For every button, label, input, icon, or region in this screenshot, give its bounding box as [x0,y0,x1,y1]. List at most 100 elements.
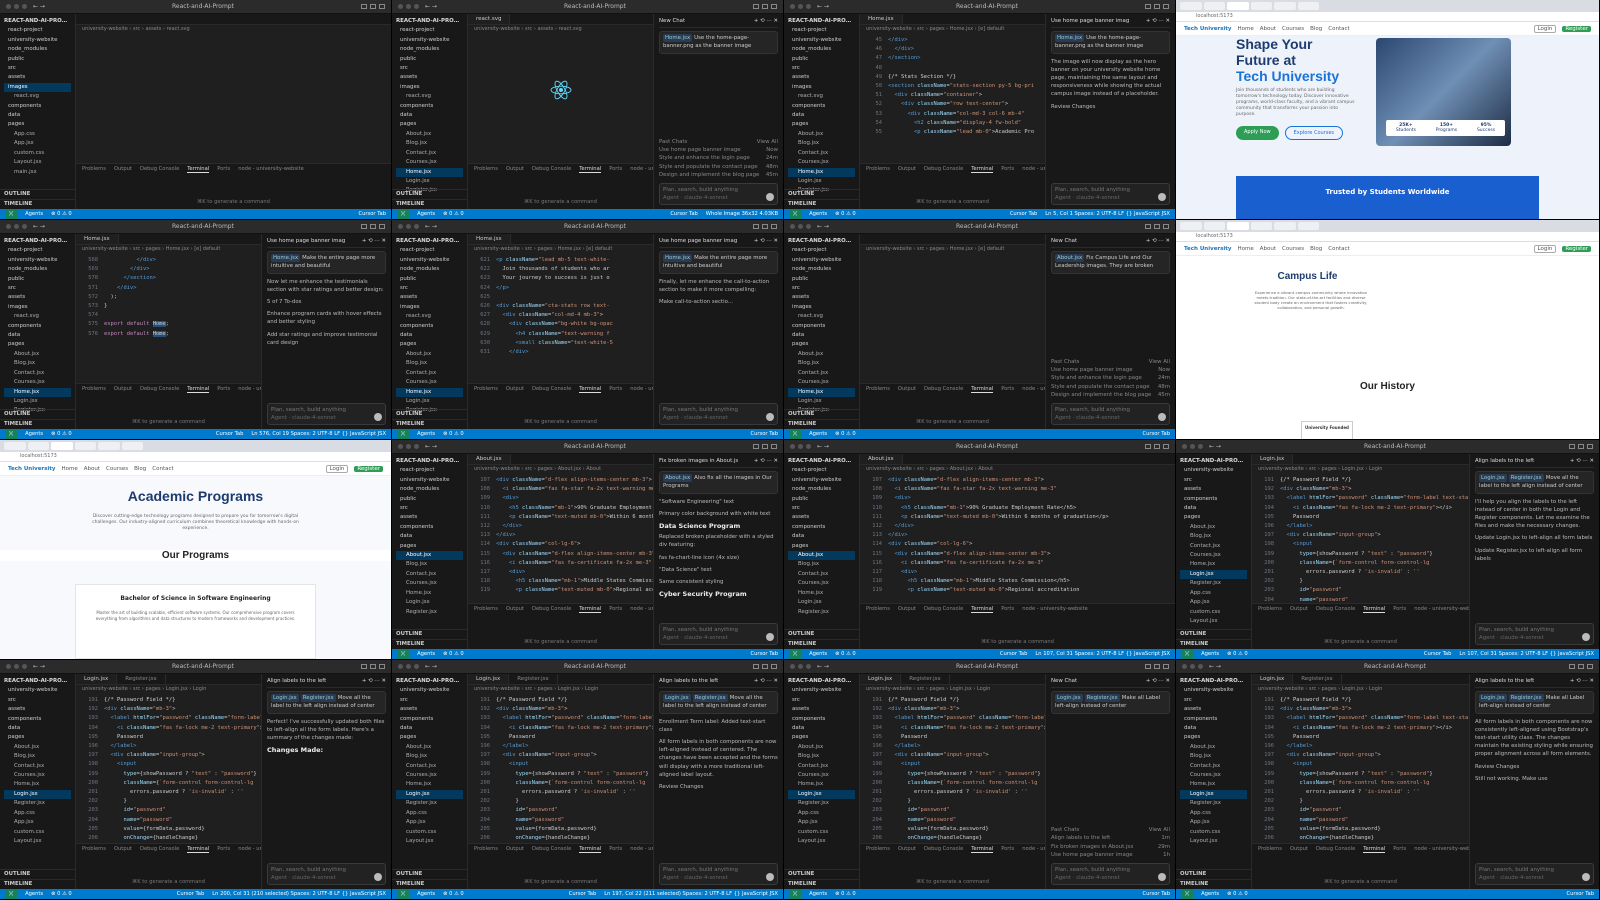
terminal-tab-output[interactable]: Output [506,386,524,393]
window-controls-icon[interactable] [790,664,811,669]
cursor-tab-status[interactable]: Cursor Tab [1424,651,1451,657]
tree-item-images[interactable]: images [788,83,855,92]
tree-item-courses[interactable]: Courses.jsx [788,771,855,780]
tree-item-courses[interactable]: Courses.jsx [396,579,463,588]
layout-toggle-icon[interactable] [753,664,777,669]
tree-item-custom-css[interactable]: custom.css [396,828,463,837]
timeline-section[interactable]: TIMELINE [0,878,75,889]
browser-tab[interactable] [74,442,97,450]
breadcrumb[interactable]: university-website › src › pages › Login… [1252,685,1469,694]
editor-tab[interactable]: Login.jsx [1252,674,1294,684]
tree-item-courses[interactable]: Courses.jsx [1180,771,1247,780]
tree-item-src[interactable]: src [4,64,71,73]
editor-tab[interactable]: react.svg [468,14,511,24]
explorer-project-header[interactable]: REACT-AND-AI-PROMPT [4,17,71,26]
tree-item-data[interactable]: data [396,724,463,733]
tree-item-images[interactable]: images [4,82,71,93]
login-button[interactable]: Login [1533,244,1557,253]
explorer-project-header[interactable]: REACT-AND-AI-PROMPT [1180,457,1247,466]
nav-arrows-icon[interactable]: ← → [817,663,829,670]
nav-arrows-icon[interactable]: ← → [1209,443,1221,450]
model-selector[interactable]: Agent · claude-4-sonnet [1479,634,1590,642]
terminal-tab-output[interactable]: Output [1290,606,1308,613]
tree-item-login[interactable]: Login.jsx [788,397,855,406]
problems-count[interactable]: ⊗ 0 ⚠ 0 [835,211,856,217]
code-editor[interactable]: 191 {/* Password Field */} 192 <div classNa… [860,694,1045,843]
tree-item-about[interactable]: About.jsx [1180,523,1247,532]
tree-item-root[interactable]: react-project [4,246,71,255]
tree-item-blog[interactable]: Blog.jsx [1180,532,1247,541]
tree-item-contact[interactable]: Contact.jsx [788,762,855,771]
model-selector[interactable]: Agent · claude-4-sonnet [271,414,382,422]
nav-link-courses[interactable]: Courses [1282,246,1304,252]
outline-section[interactable]: OUTLINE [0,408,75,419]
tree-item-home[interactable]: Home.jsx [1180,560,1247,569]
cursor-tab-status[interactable]: Cursor Tab [359,211,386,217]
tree-item-home[interactable]: Home.jsx [4,387,71,397]
tree-item-blog[interactable]: Blog.jsx [396,752,463,761]
send-icon[interactable] [766,413,774,421]
user-prompt[interactable]: Login.jsx Register.jsx Make all Label left… [1051,691,1170,714]
tree-item-courses[interactable]: Courses.jsx [396,378,463,387]
chat-input[interactable]: Plan, search, build anything Agent · clau… [1051,403,1170,425]
send-icon[interactable] [1582,873,1590,881]
context-pill[interactable]: Login.jsx [1479,474,1507,483]
tree-item-courses[interactable]: Courses.jsx [1180,551,1247,560]
tree-item-assets[interactable]: assets [4,73,71,82]
model-selector[interactable]: Agent · claude-4-sonnet [663,194,774,202]
login-button[interactable]: Login [1533,24,1557,33]
tree-item-components[interactable]: components [788,102,855,111]
tree-item-pages[interactable]: pages [396,733,463,742]
tree-item-courses[interactable]: Courses.jsx [4,378,71,387]
browser-tab[interactable] [1227,2,1249,10]
agent-mode[interactable]: Agent [663,415,679,421]
tree-item-assets[interactable]: assets [396,73,463,82]
tree-item-register[interactable]: Register.jsx [396,799,463,808]
editor-tab[interactable]: Home.jsx [468,234,511,244]
explorer-project-header[interactable]: REACT-AND-AI-PROMPT [788,457,855,466]
send-icon[interactable] [766,633,774,641]
tree-item-data[interactable]: data [788,532,855,541]
register-button[interactable]: Register [1562,25,1591,32]
tree-item-pages[interactable]: pages [4,733,71,742]
terminal-tab-ports[interactable]: Ports [609,166,622,173]
tree-item-components[interactable]: components [4,322,71,331]
browser-tab[interactable] [1227,222,1249,230]
terminal-tab-debug-console[interactable]: Debug Console [532,386,571,393]
tree-item-pages[interactable]: pages [788,340,855,349]
outline-section[interactable]: OUTLINE [392,868,467,879]
tree-item-login[interactable]: Login.jsx [788,789,855,800]
terminal-tab-terminal[interactable]: Terminal [1363,606,1386,613]
send-icon[interactable] [1582,633,1590,641]
explorer-project-header[interactable]: REACT-AND-AI-PROMPT [396,457,463,466]
tree-item-blog[interactable]: Blog.jsx [396,359,463,368]
terminal-tab-terminal[interactable]: Terminal [187,166,210,173]
tree-item-assets[interactable]: assets [788,513,855,522]
tree-item-blog[interactable]: Blog.jsx [396,560,463,569]
terminal-tab-terminal[interactable]: Terminal [971,606,994,613]
chat-input[interactable]: Plan, search, build anything Agent · clau… [1475,863,1594,885]
tree-item-data[interactable]: data [4,724,71,733]
chat-actions-icon[interactable]: + ⟲ ⋯ ✕ [754,237,778,245]
terminal-tab-terminal[interactable]: Terminal [579,606,602,613]
model-selector[interactable]: Agent · claude-4-sonnet [271,874,382,882]
chat-input[interactable]: Plan, search, build anything Agent · clau… [267,863,386,885]
terminal-tab-problems[interactable]: Problems [866,606,890,613]
outline-section[interactable]: OUTLINE [392,628,467,639]
tree-item-blog[interactable]: Blog.jsx [788,560,855,569]
tree-item-home[interactable]: Home.jsx [396,780,463,789]
tree-item-home[interactable]: Home.jsx [788,387,855,397]
cursor-tab-status[interactable]: Cursor Tab [1567,891,1594,897]
agent-mode[interactable]: Agent [1055,415,1071,421]
context-pill[interactable]: Register.jsx [300,694,336,703]
problems-count[interactable]: ⊗ 0 ⚠ 0 [51,891,72,897]
tree-item-site[interactable]: university-website [1180,686,1247,695]
terminal-tab-output[interactable]: Output [506,846,524,853]
layout-toggle-icon[interactable] [1145,224,1169,229]
tree-item-components[interactable]: components [788,523,855,532]
browser-tab[interactable] [1297,2,1320,10]
terminal-tab-ports[interactable]: Ports [1001,166,1014,173]
tree-item-src[interactable]: src [788,64,855,73]
tree-item-blog[interactable]: Blog.jsx [396,139,463,148]
tree-item-node-modules[interactable]: node_modules [4,265,71,274]
